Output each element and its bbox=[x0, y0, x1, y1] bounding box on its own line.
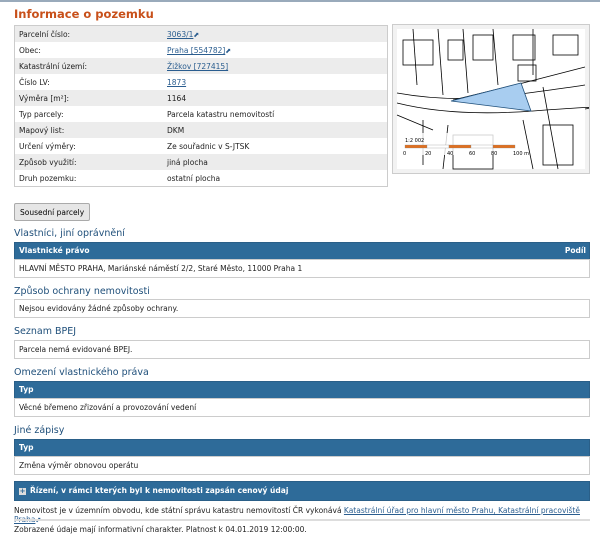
external-link-icon: ⬈ bbox=[225, 47, 231, 55]
info-row: Výměra [m²]:1164 bbox=[15, 90, 388, 106]
info-value: 1164 bbox=[163, 90, 388, 106]
restrictions-table-header: Typ bbox=[14, 381, 590, 399]
scale-tick: 100 m bbox=[513, 151, 529, 157]
col-type: Typ bbox=[15, 385, 33, 394]
col-ownership: Vlastnické právo bbox=[15, 246, 90, 255]
proceedings-toggle[interactable]: +Řízení, v rámci kterých byl k nemovitos… bbox=[14, 481, 590, 501]
info-row: Obec:Praha [554782]⬈ bbox=[15, 42, 388, 58]
other-table-header: Typ bbox=[14, 439, 590, 457]
office-text: Nemovitost je v územním obvodu, kde stát… bbox=[14, 506, 344, 515]
scale-segment bbox=[471, 145, 493, 148]
info-link[interactable]: 1873 bbox=[167, 78, 186, 87]
info-label: Určení výměry: bbox=[15, 138, 164, 154]
expand-icon: + bbox=[19, 488, 26, 495]
info-row: Mapový list:DKM bbox=[15, 122, 388, 138]
owners-heading: Vlastníci, jiní oprávnění bbox=[14, 228, 125, 239]
info-label: Způsob využití: bbox=[15, 154, 164, 170]
page-title: Informace o pozemku bbox=[14, 7, 154, 21]
bpej-heading: Seznam BPEJ bbox=[14, 326, 76, 337]
scale-segment bbox=[405, 145, 427, 148]
info-value: 3063/1⬈ bbox=[163, 26, 388, 43]
info-value: 1873 bbox=[163, 74, 388, 90]
other-row: Změna výměr obnovou operátu bbox=[14, 456, 590, 475]
info-row: Způsob využití:jiná plocha bbox=[15, 154, 388, 170]
info-label: Katastrální území: bbox=[15, 58, 164, 74]
scale-segment bbox=[493, 145, 515, 148]
info-row: Parcelní číslo:3063/1⬈ bbox=[15, 26, 388, 43]
office-info: Nemovitost je v územním obvodu, kde stát… bbox=[14, 506, 600, 524]
info-row: Druh pozemku:ostatní plocha bbox=[15, 170, 388, 187]
info-label: Typ parcely: bbox=[15, 106, 164, 122]
bpej-text: Parcela nemá evidované BPEJ. bbox=[14, 340, 590, 359]
external-link-icon: ⬈ bbox=[193, 31, 199, 39]
info-value: jiná plocha bbox=[163, 154, 388, 170]
scale-tick: 20 bbox=[425, 151, 431, 157]
info-value: Praha [554782]⬈ bbox=[163, 42, 388, 58]
info-row: Číslo LV:1873 bbox=[15, 74, 388, 90]
scale-tick: 40 bbox=[447, 151, 453, 157]
top-border bbox=[0, 0, 600, 2]
parcel-map[interactable]: 1:2 002 0 20 40 60 80 100 m bbox=[392, 24, 590, 174]
info-row: Určení výměry:Ze souřadnic v S-JTSK bbox=[15, 138, 388, 154]
protection-heading: Způsob ochrany nemovitosti bbox=[14, 286, 150, 297]
col-type: Typ bbox=[15, 443, 33, 452]
scale-segment bbox=[427, 145, 449, 148]
info-row: Typ parcely:Parcela katastru nemovitostí bbox=[15, 106, 388, 122]
info-label: Mapový list: bbox=[15, 122, 164, 138]
scale-tick: 0 bbox=[403, 151, 406, 157]
info-value: Ze souřadnic v S-JTSK bbox=[163, 138, 388, 154]
parcel-info-table: Parcelní číslo:3063/1⬈Obec:Praha [554782… bbox=[14, 25, 388, 187]
other-heading: Jiné zápisy bbox=[14, 425, 64, 436]
info-label: Druh pozemku: bbox=[15, 170, 164, 187]
protection-text: Nejsou evidovány žádné způsoby ochrany. bbox=[14, 299, 590, 318]
info-label: Číslo LV: bbox=[15, 74, 164, 90]
info-row: Katastrální území:Žižkov [727415] bbox=[15, 58, 388, 74]
owner-row: HLAVNÍ MĚSTO PRAHA, Mariánské náměstí 2/… bbox=[14, 259, 590, 278]
info-value: ostatní plocha bbox=[163, 170, 388, 187]
info-label: Výměra [m²]: bbox=[15, 90, 164, 106]
restriction-row: Věcné břemeno zřizování a provozování ve… bbox=[14, 398, 590, 417]
info-label: Obec: bbox=[15, 42, 164, 58]
info-value: Žižkov [727415] bbox=[163, 58, 388, 74]
owners-table-header: Vlastnické právo Podíl bbox=[14, 242, 590, 260]
info-link[interactable]: Praha [554782] bbox=[167, 46, 225, 55]
scale-tick: 80 bbox=[491, 151, 497, 157]
info-value: Parcela katastru nemovitostí bbox=[163, 106, 388, 122]
info-link[interactable]: 3063/1 bbox=[167, 30, 193, 39]
map-scale: 1:2 002 bbox=[405, 138, 424, 144]
divider bbox=[14, 519, 590, 521]
info-value: DKM bbox=[163, 122, 388, 138]
neighbor-parcels-button[interactable]: Sousední parcely bbox=[14, 203, 90, 221]
restrictions-heading: Omezení vlastnického práva bbox=[14, 367, 149, 378]
scale-tick: 60 bbox=[469, 151, 475, 157]
validity-note: Zobrazené údaje mají informativní charak… bbox=[14, 525, 307, 534]
col-share: Podíl bbox=[561, 243, 586, 259]
proceedings-label: Řízení, v rámci kterých byl k nemovitost… bbox=[26, 486, 288, 495]
scale-segment bbox=[449, 145, 471, 148]
info-link[interactable]: Žižkov [727415] bbox=[167, 62, 228, 71]
info-label: Parcelní číslo: bbox=[15, 26, 164, 43]
